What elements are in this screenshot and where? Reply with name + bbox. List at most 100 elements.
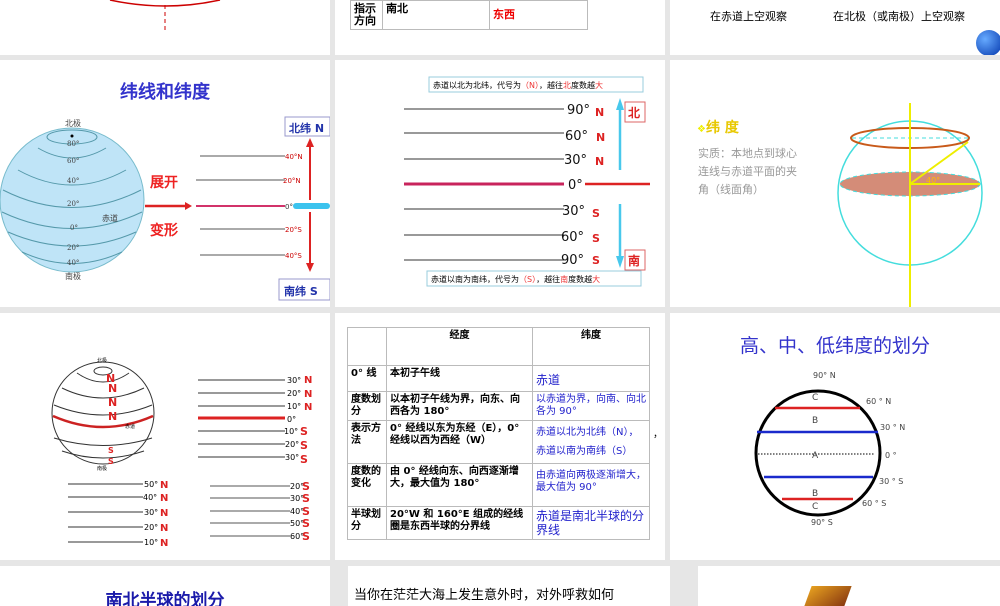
svg-text:S: S (300, 439, 308, 452)
svg-text:40°: 40° (67, 259, 79, 267)
slide-thumbnail-1[interactable] (0, 0, 330, 55)
svg-text:N: N (595, 155, 604, 168)
svg-text:0°: 0° (287, 415, 296, 424)
svg-text:赤道: 赤道 (125, 423, 135, 430)
svg-text:B: B (812, 489, 818, 499)
svg-text:30°: 30° (564, 153, 587, 168)
slide-thumbnail-3[interactable]: 在赤道上空观察 在北极（或南极）上空观察 (670, 0, 1000, 55)
svg-text:北: 北 (628, 105, 640, 120)
svg-text:10°: 10° (284, 427, 298, 436)
svg-text:S: S (300, 425, 308, 438)
svg-text:40°N: 40°N (285, 153, 303, 161)
slide-thumbnail-8[interactable]: 经度 纬度 0° 线本初子午线 赤道 度数划分 以本初子午线为界，向东、向西各为 18… (335, 313, 665, 560)
svg-text:展开: 展开 (150, 175, 178, 191)
lon-cell: 南北 (382, 0, 490, 30)
svg-text:变形: 变形 (150, 222, 178, 239)
svg-text:赤道以南为南纬，代号为（S），越往南度数越大: 赤道以南为南纬，代号为（S），越往南度数越大 (431, 274, 600, 284)
header-latitude: 纬度 (532, 327, 650, 366)
svg-text:40°S: 40°S (285, 252, 302, 260)
header-longitude: 经度 (386, 327, 533, 366)
svg-text:20°: 20° (285, 440, 299, 449)
svg-text:N: N (595, 106, 604, 119)
svg-text:N: N (160, 523, 168, 534)
svg-text:S: S (302, 517, 310, 530)
svg-text:北极: 北极 (97, 357, 107, 364)
svg-text:赤道以北为北纬，代号为（N），越往北度数越大: 赤道以北为北纬，代号为（N），越往北度数越大 (433, 80, 603, 90)
caption-equator: 在赤道上空观察 (710, 10, 787, 23)
svg-text:N: N (108, 396, 117, 409)
svg-text:60°: 60° (67, 157, 79, 165)
svg-text:10°: 10° (287, 402, 301, 411)
svg-text:30 ° N: 30 ° N (880, 423, 905, 432)
svg-text:S: S (592, 232, 600, 245)
caption-pole: 在北极（或南极）上空观察 (833, 10, 965, 23)
slide-thumbnail-4[interactable]: 纬线和纬度 北极 南极 赤道 80° 60° 40° 20° 0° 20° 40… (0, 60, 330, 307)
svg-text:S: S (302, 492, 310, 505)
svg-text:0°: 0° (568, 178, 583, 193)
svg-text:B: B (812, 416, 818, 426)
svg-text:南: 南 (628, 253, 640, 268)
slide-thumbnail-6[interactable]: ❖纬 度 实质：本地点到球心连线与赤道平面的夹角（线面角） 40° (670, 60, 1000, 307)
svg-text:90° S: 90° S (811, 518, 833, 527)
globe-diagram (109, 0, 221, 30)
svg-text:南极: 南极 (97, 465, 107, 472)
svg-text:北极: 北极 (65, 118, 81, 128)
svg-text:30 ° S: 30 ° S (879, 477, 903, 486)
latitude-zones-diagram: CBABC 90° N60 ° N30 ° N0 °30 ° S60 ° S90… (754, 371, 905, 527)
latitude-angle-diagram: 40° (837, 103, 983, 307)
slide-thumbnail-11[interactable]: 当你在茫茫大海上发生意外时，对外呼救如何 (348, 566, 670, 606)
lon-lat-comparison-table: 经度 纬度 0° 线本初子午线 赤道 度数划分 以本初子午线为界，向东、向西各为 18… (347, 327, 650, 540)
svg-text:C: C (812, 502, 818, 512)
row-label: 指示方向 (350, 0, 383, 30)
svg-text:60°: 60° (561, 230, 584, 245)
svg-text:N: N (160, 493, 168, 504)
slide-thumbnail-2[interactable]: 指示方向 南北 东西 (335, 0, 665, 55)
svg-text:0°: 0° (285, 203, 293, 211)
svg-text:90°: 90° (561, 253, 584, 268)
svg-text:南极: 南极 (65, 271, 81, 281)
svg-text:40°: 40° (67, 177, 79, 185)
svg-text:20°N: 20°N (283, 177, 301, 185)
decorative-graphic (804, 586, 852, 606)
svg-text:30°: 30° (144, 508, 158, 517)
svg-text:20°: 20° (144, 523, 158, 532)
comparison-table: 指示方向 南北 东西 (350, 0, 588, 30)
slide-thumbnail-12[interactable] (698, 566, 1000, 606)
slide-thumbnail-10[interactable]: 南北半球的划分 (0, 566, 330, 606)
slide-thumbnail-9[interactable]: 高、中、低纬度的划分 CBABC 90° N 60 ° N 30 ° N0 ° 30 … (670, 313, 1000, 560)
svg-text:N: N (108, 410, 117, 423)
svg-text:N: N (160, 538, 168, 549)
svg-text:S: S (108, 457, 114, 466)
svg-text:20°: 20° (67, 200, 79, 208)
latitude-lines-diagram: 赤道以北为北纬，代号为（N），越往北度数越大 赤道以南为南纬，代号为（S），越往… (404, 76, 650, 287)
svg-text:40°: 40° (926, 176, 940, 185)
svg-text:北纬 N: 北纬 N (289, 121, 324, 135)
svg-text:20°: 20° (287, 389, 301, 398)
svg-text:S: S (108, 446, 114, 455)
slide-thumbnail-5[interactable]: 赤道以北为北纬，代号为（N），越往北度数越大 赤道以南为南纬，代号为（S），越往… (335, 60, 665, 307)
svg-text:S: S (302, 530, 310, 543)
svg-text:C: C (812, 393, 818, 403)
svg-text:20°: 20° (67, 244, 79, 252)
svg-text:南纬 S: 南纬 S (284, 284, 318, 298)
svg-text:N: N (596, 131, 605, 144)
svg-text:90° N: 90° N (813, 371, 836, 380)
svg-text:80°: 80° (67, 140, 79, 148)
slide-title: 南北半球的划分 (105, 591, 225, 606)
lat-cell: 东西 (489, 0, 588, 30)
slide-thumbnail-7[interactable]: 北极 南极 赤道 NNNNSS 30° 20° 10° 0° 10° 20° 30° NNN… (0, 313, 330, 560)
svg-text:S: S (300, 453, 308, 466)
svg-text:60°: 60° (565, 129, 588, 144)
svg-text:0 °: 0 ° (885, 451, 897, 460)
svg-text:30°: 30° (287, 376, 301, 385)
svg-text:N: N (304, 389, 312, 400)
svg-text:30°: 30° (562, 204, 585, 219)
svg-text:60 ° N: 60 ° N (866, 397, 891, 406)
slide-text: 当你在茫茫大海上发生意外时，对外呼救如何 (354, 588, 615, 603)
latitude-practice-diagram: 北极 南极 赤道 NNNNSS 30°20°10°0°10°20°30° NNN… (51, 357, 312, 549)
svg-text:50°: 50° (144, 480, 158, 489)
svg-text:N: N (108, 382, 117, 395)
svg-text:10°: 10° (144, 538, 158, 547)
svg-text:40°: 40° (143, 493, 157, 502)
svg-text:S: S (592, 207, 600, 220)
